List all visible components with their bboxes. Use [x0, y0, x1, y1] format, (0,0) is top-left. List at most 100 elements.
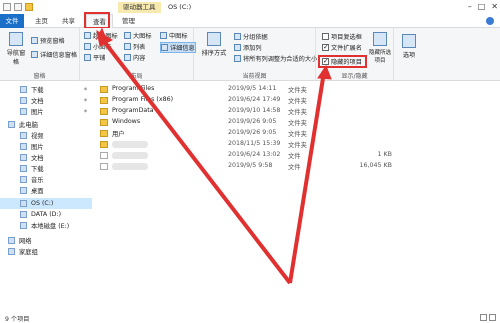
- layout-item-label: 内容: [133, 55, 146, 62]
- sidebar-item-label: 桌面: [31, 188, 44, 195]
- nav-pane-label: 导航窗格: [6, 50, 26, 66]
- file-row[interactable]: 用户 2019/9/26 9:05 文件夹: [96, 128, 496, 139]
- sidebar-item[interactable]: 音乐: [0, 174, 92, 185]
- sidebar-item[interactable]: 文档 ✶: [0, 95, 92, 106]
- sidebar-item[interactable]: 图片 ✶: [0, 106, 92, 117]
- minimize-button[interactable]: –: [468, 1, 472, 12]
- layout-medium-icons[interactable]: 中图标: [160, 31, 188, 40]
- group-by-button[interactable]: 分组依据: [234, 32, 268, 41]
- folder-icon: [100, 108, 108, 115]
- sidebar-item[interactable]: 视频: [0, 130, 92, 141]
- hide-selected-button[interactable]: 隐藏所选项目: [368, 32, 392, 64]
- nav-pane-button[interactable]: 导航窗格: [4, 32, 28, 66]
- sidebar-item-label: 图片: [31, 144, 44, 151]
- close-button[interactable]: ✕: [491, 1, 498, 12]
- layout-item-label: 小图标: [93, 44, 112, 51]
- layout-small-icons[interactable]: 小图标: [84, 42, 112, 51]
- layout-item-label: 中图标: [169, 33, 188, 40]
- sidebar-item[interactable]: 图片: [0, 141, 92, 152]
- layout-content[interactable]: 内容: [124, 53, 145, 62]
- window-title: OS (C:): [168, 3, 192, 11]
- file-date: 2019/9/10 14:58: [228, 107, 281, 114]
- maximize-button[interactable]: □: [478, 1, 486, 12]
- folder-icon: [100, 130, 108, 137]
- current-view-group: 排序方式 分组依据 添加列 将所有列调整为合适的大小 当前视图: [194, 28, 317, 81]
- file-row[interactable]: ProgramData 2019/9/10 14:58 文件夹: [96, 106, 496, 117]
- item-checkboxes-checkbox[interactable]: [322, 33, 329, 40]
- file-row[interactable]: Program Files (x86) 2019/6/24 17:49 文件夹: [96, 95, 496, 106]
- tab-file[interactable]: 文件: [0, 14, 24, 28]
- sidebar-item[interactable]: OS (C:): [0, 198, 92, 209]
- layout-item-label: 超大图标: [93, 33, 118, 40]
- file-extensions-checkbox[interactable]: [322, 43, 329, 51]
- file-size: 1 KB: [377, 151, 392, 158]
- sidebar-item[interactable]: 下载: [0, 163, 92, 174]
- options-button[interactable]: 选项: [398, 34, 420, 59]
- sidebar-item[interactable]: 此电脑: [0, 119, 92, 130]
- file-type: 文件夹: [288, 87, 307, 94]
- sidebar-item[interactable]: DATA (D:): [0, 209, 92, 220]
- details-view-icon[interactable]: [480, 314, 487, 321]
- group-by-label: 分组依据: [243, 34, 268, 41]
- layout-extra-large-icons[interactable]: 超大图标: [84, 31, 118, 40]
- layout-details[interactable]: 详细信息: [160, 42, 196, 53]
- tab-home[interactable]: 主页: [29, 14, 54, 28]
- layout-list[interactable]: 列表: [124, 42, 145, 51]
- sidebar-item-icon: [20, 200, 27, 207]
- file-row[interactable]: 2019/6/24 13:02 文件 1 KB: [96, 150, 496, 161]
- sort-by-label: 排序方式: [201, 50, 227, 57]
- new-folder-icon[interactable]: [25, 3, 33, 11]
- sidebar-item[interactable]: 桌面: [0, 185, 92, 196]
- folder-icon: [100, 86, 108, 93]
- tab-share[interactable]: 共享: [56, 14, 81, 28]
- sidebar-item-icon: [20, 86, 27, 93]
- sidebar-item[interactable]: 下载 ✶: [0, 84, 92, 95]
- sidebar-item-icon: [20, 176, 27, 183]
- file-row[interactable]: Windows 2019/9/26 9:05 文件夹: [96, 117, 496, 128]
- fit-columns-button[interactable]: 将所有列调整为合适的大小: [234, 54, 317, 63]
- add-columns-button[interactable]: 添加列: [234, 43, 262, 52]
- file-date: 2019/9/5 14:11: [228, 85, 277, 92]
- file-extensions-toggle[interactable]: 文件扩展名: [322, 43, 362, 52]
- help-icon[interactable]: [486, 17, 494, 25]
- pin-icon: ✶: [82, 97, 88, 104]
- sort-icon: [207, 32, 221, 46]
- folder-icon: [100, 97, 108, 104]
- sidebar-item-label: DATA (D:): [31, 211, 62, 218]
- extra-large-icons-icon: [84, 32, 91, 39]
- sort-by-button[interactable]: 排序方式: [200, 32, 228, 57]
- file-row[interactable]: Program Files 2019/9/5 14:11 文件夹: [96, 84, 496, 95]
- item-checkboxes-toggle[interactable]: 项目复选框: [322, 32, 362, 41]
- details-pane-button[interactable]: 详细信息窗格: [31, 50, 77, 59]
- sidebar-item-icon: [8, 121, 15, 128]
- pin-icon: ✶: [82, 86, 88, 93]
- sidebar-item[interactable]: 文档: [0, 152, 92, 163]
- details-pane-label: 详细信息窗格: [40, 52, 78, 59]
- layout-item-label: 详细信息: [170, 45, 195, 52]
- layout-tiles[interactable]: 平铺: [84, 53, 105, 62]
- large-icons-view-icon[interactable]: [489, 314, 496, 321]
- show-hide-group-label: 显示/隐藏: [341, 73, 368, 80]
- sidebar-item-icon: [20, 143, 27, 150]
- sidebar-item[interactable]: 网络: [0, 235, 92, 246]
- properties-icon[interactable]: [14, 3, 22, 11]
- folder-icon: [100, 141, 108, 148]
- preview-pane-icon: [31, 37, 38, 44]
- sidebar-item-icon: [20, 222, 27, 229]
- sidebar-item[interactable]: 本地磁盘 (E:): [0, 220, 92, 231]
- layout-large-icons[interactable]: 大图标: [124, 31, 152, 40]
- tab-manage[interactable]: 管理: [116, 14, 141, 28]
- hidden-items-highlight: [318, 55, 367, 68]
- pane-group: 导航窗格 预览窗格 详细信息窗格 窗格: [0, 28, 80, 81]
- file-type: 文件: [288, 164, 301, 171]
- sidebar-item[interactable]: 家庭组: [0, 246, 92, 257]
- current-view-group-label: 当前视图: [242, 73, 267, 80]
- file-name: 用户: [112, 131, 125, 138]
- file-row[interactable]: 2018/11/5 15:39 文件夹: [96, 139, 496, 150]
- file-type: 文件夹: [288, 120, 307, 127]
- file-row[interactable]: 2019/9/5 9:58 文件 16,045 KB: [96, 161, 496, 172]
- file-list: Program Files 2019/9/5 14:11 文件夹 Program Fi…: [96, 81, 500, 313]
- layout-item-label: 大图标: [133, 33, 152, 40]
- item-count: 9 个项目: [5, 316, 30, 323]
- preview-pane-button[interactable]: 预览窗格: [31, 36, 65, 45]
